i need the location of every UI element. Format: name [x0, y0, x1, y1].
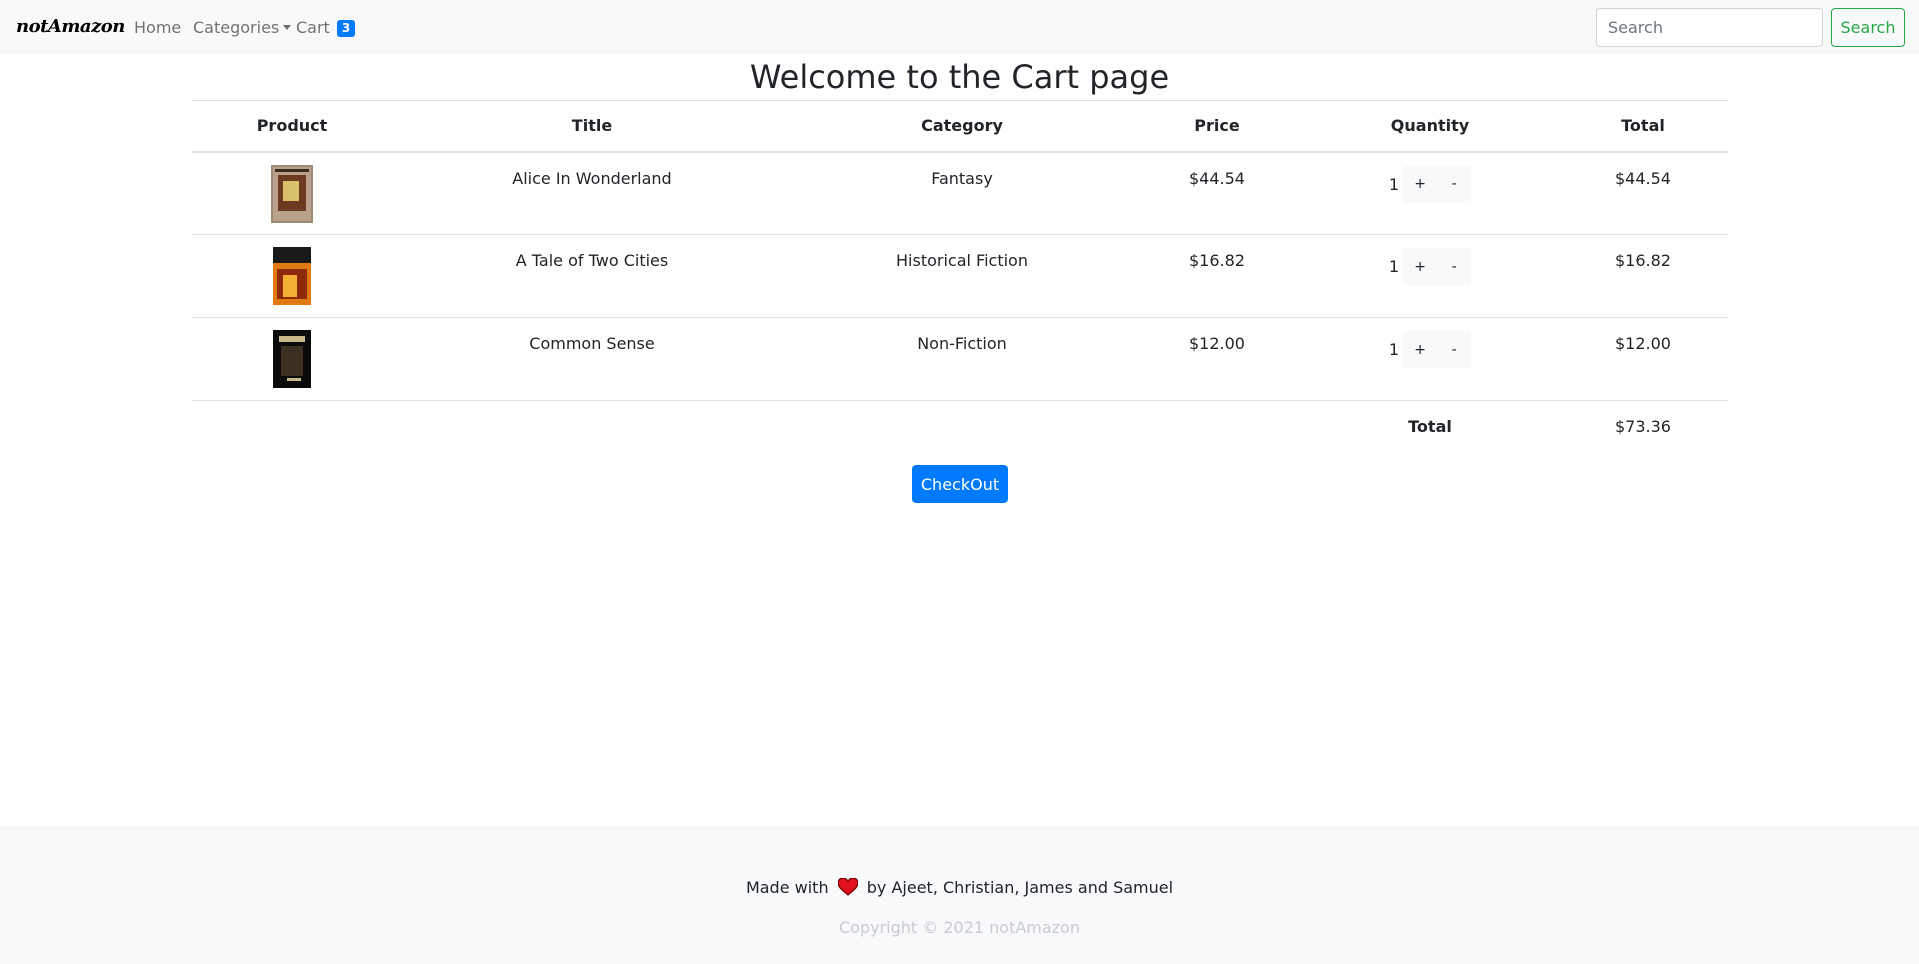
- product-category: Non-Fiction: [792, 317, 1132, 401]
- quantity-button-group: + -: [1403, 248, 1472, 285]
- column-header-product: Product: [192, 100, 392, 153]
- column-header-category: Category: [792, 100, 1132, 153]
- product-category: Fantasy: [792, 151, 1132, 235]
- product-image-cell: [192, 317, 392, 401]
- quantity-value: 1: [1388, 257, 1400, 276]
- book-cover-image: [273, 330, 311, 388]
- book-cover-image: [271, 164, 313, 223]
- quantity-stepper: 1 + -: [1388, 165, 1472, 203]
- increment-button[interactable]: +: [1403, 248, 1438, 285]
- product-category: Historical Fiction: [792, 234, 1132, 318]
- nav-home-link[interactable]: Home: [134, 18, 181, 37]
- grand-total-label: Total: [1302, 400, 1558, 453]
- column-header-total: Total: [1558, 100, 1728, 153]
- quantity-stepper: 1 + -: [1388, 331, 1472, 368]
- product-image-cell: [192, 234, 392, 318]
- product-price: $44.54: [1132, 151, 1302, 235]
- search-button[interactable]: Search: [1831, 8, 1905, 47]
- brand-logo[interactable]: notAmazon: [16, 16, 125, 37]
- authors-text: by Ajeet, Christian, James and Samuel: [866, 878, 1174, 897]
- search-input[interactable]: [1596, 8, 1823, 47]
- table-row: A Tale of Two Cities Historical Fiction …: [192, 234, 1728, 318]
- product-line-total: $12.00: [1558, 317, 1728, 401]
- nav-cart-link[interactable]: Cart 3: [296, 18, 356, 37]
- product-title: A Tale of Two Cities: [392, 234, 792, 318]
- decrement-button[interactable]: -: [1437, 248, 1472, 285]
- quantity-button-group: + -: [1403, 165, 1472, 203]
- footer-credits: Made with by Ajeet, Christian, James and…: [0, 877, 1919, 899]
- column-header-title: Title: [392, 100, 792, 153]
- page-title: Welcome to the Cart page: [749, 58, 1170, 96]
- decrement-button[interactable]: -: [1437, 331, 1472, 368]
- navbar: notAmazon Home Categories Cart 3 Search: [0, 0, 1919, 55]
- nav-categories-dropdown[interactable]: Categories: [193, 18, 292, 37]
- made-with-text: Made with: [745, 878, 829, 897]
- heart-icon: [837, 878, 858, 896]
- quantity-value: 1: [1388, 340, 1400, 359]
- table-header-row: Product Title Category Price Quantity To…: [192, 100, 1728, 153]
- quantity-cell: 1 + -: [1302, 151, 1558, 235]
- table-row: Alice In Wonderland Fantasy $44.54 1 + -…: [192, 151, 1728, 235]
- checkout-button[interactable]: CheckOut: [912, 465, 1008, 503]
- copyright-text: Copyright © 2021 notAmazon: [838, 918, 1081, 937]
- table-row: Common Sense Non-Fiction $12.00 1 + - $1…: [192, 317, 1728, 401]
- increment-button[interactable]: +: [1403, 331, 1438, 368]
- column-header-price: Price: [1132, 100, 1302, 153]
- quantity-button-group: + -: [1403, 331, 1472, 368]
- product-title: Alice In Wonderland: [392, 151, 792, 235]
- grand-total-row: Total $73.36: [192, 400, 1728, 453]
- nav-categories-label: Categories: [193, 18, 280, 37]
- quantity-value: 1: [1388, 174, 1400, 194]
- product-title: Common Sense: [392, 317, 792, 401]
- footer: Made with by Ajeet, Christian, James and…: [0, 825, 1919, 964]
- column-header-quantity: Quantity: [1302, 100, 1558, 153]
- product-price: $12.00: [1132, 317, 1302, 401]
- product-price: $16.82: [1132, 234, 1302, 318]
- product-line-total: $44.54: [1558, 151, 1728, 235]
- nav-cart-label: Cart: [296, 18, 330, 37]
- quantity-cell: 1 + -: [1302, 234, 1558, 318]
- book-cover-image: [273, 247, 311, 305]
- cart-table: Product Title Category Price Quantity To…: [192, 100, 1728, 453]
- cart-count-badge: 3: [336, 20, 356, 37]
- decrement-button[interactable]: -: [1437, 165, 1472, 203]
- grand-total-value: $73.36: [1558, 400, 1728, 453]
- product-line-total: $16.82: [1558, 234, 1728, 318]
- quantity-cell: 1 + -: [1302, 317, 1558, 401]
- quantity-stepper: 1 + -: [1388, 248, 1472, 285]
- caret-down-icon: [283, 24, 292, 30]
- increment-button[interactable]: +: [1403, 165, 1438, 203]
- product-image-cell: [192, 151, 392, 235]
